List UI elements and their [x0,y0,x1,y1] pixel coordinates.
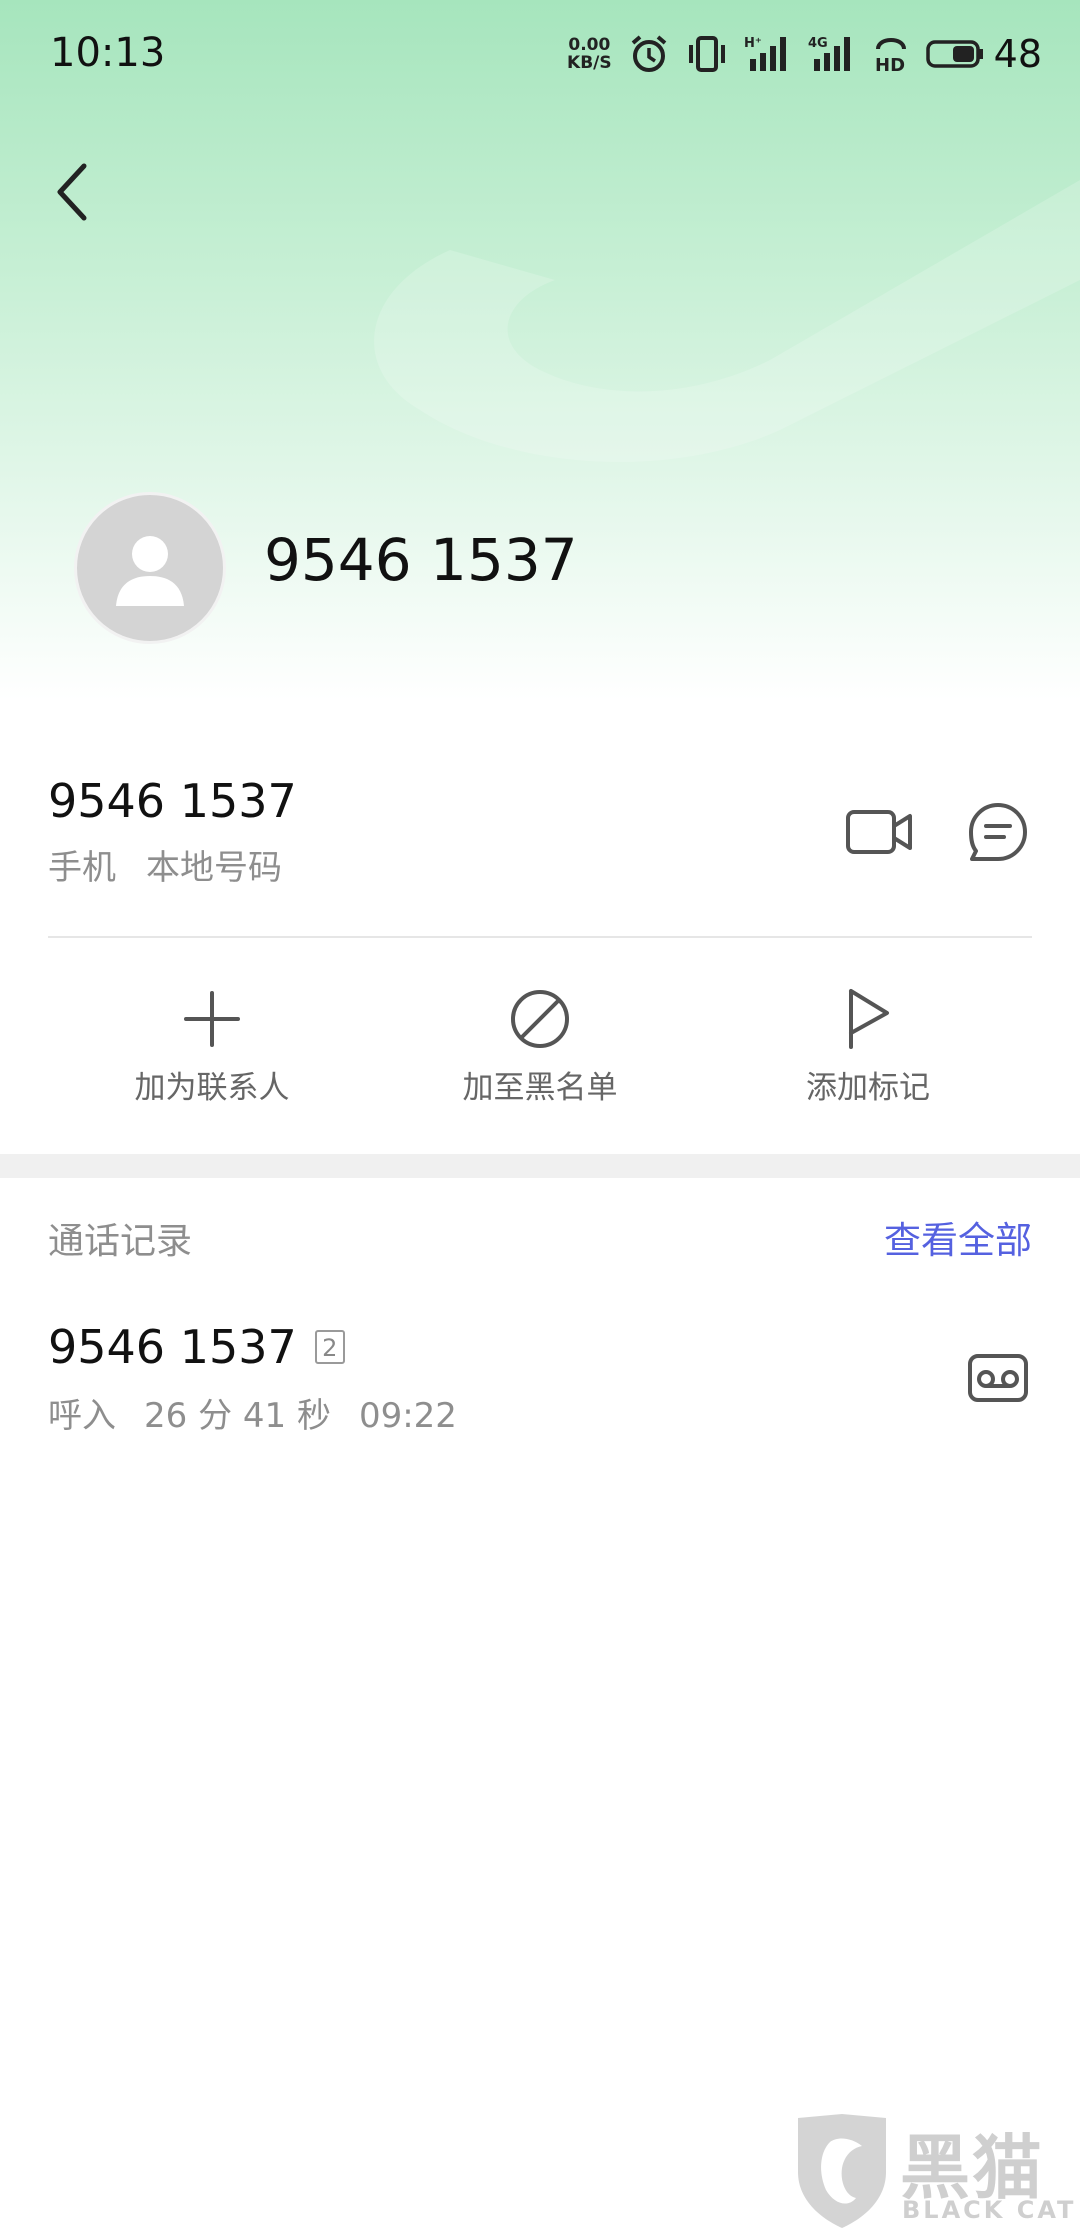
call-time: 09:22 [358,1396,457,1436]
add-tag-label: 添加标记 [806,1070,930,1106]
svg-text:HD: HD [875,55,905,75]
status-icons: 0.00 KB/S H⁺ 4G HD 48 [567,26,1042,82]
signal-4g-icon: 4G [808,36,850,71]
flag-icon [849,989,889,1049]
plus-icon [184,991,240,1047]
add-contact-label: 加为联系人 [134,1070,290,1106]
battery-icon [925,40,983,68]
phone-type: 手机 [48,848,116,888]
message-bubble-icon [969,803,1027,861]
call-log-item[interactable]: 9546 1537 2 呼入 26 分 41 秒 09:22 [48,1320,1032,1450]
watermark-subtext: BLACK CAT [902,2196,1077,2224]
action-glyph [828,984,908,1054]
phone-meta: 手机 本地号码 [48,840,312,889]
chevron-left-icon [57,163,87,221]
call-direction: 呼入 [48,1396,116,1436]
section-separator [0,1154,1080,1178]
phone-location: 本地号码 [146,848,282,888]
hd-voice-icon: HD [875,38,906,75]
phone-number-row[interactable]: 9546 1537 手机 本地号码 [48,770,1032,890]
call-log-title: 通话记录 [48,1221,193,1262]
back-button[interactable] [40,150,104,234]
block-icon [511,990,569,1048]
status-bar: 10:13 0.00 KB/S H⁺ 4G HD 48 [0,0,1080,108]
recording-tape-icon [968,1354,1028,1402]
call-log-meta: 呼入 26 分 41 秒 09:22 [48,1388,485,1437]
person-placeholder-icon [116,536,184,606]
background-logo-shape [374,180,1080,463]
blackcat-watermark: 黑猫 BLACK CAT [790,2112,1080,2232]
vibrate-icon [688,36,725,72]
add-contact-button[interactable]: 加为联系人 [102,984,322,1107]
status-time: 10:13 [50,30,166,76]
page-title-number: 9546 1537 [264,526,578,594]
action-row: 加为联系人 加至黑名单 添加标记 [0,984,1080,1107]
alarm-icon [631,35,666,72]
add-blacklist-button[interactable]: 加至黑名单 [430,984,650,1107]
svg-text:4G: 4G [808,36,828,51]
net-speed: 0.00 KB/S [567,36,612,72]
svg-text:H⁺: H⁺ [744,36,762,51]
net-speed-unit: KB/S [567,53,612,73]
add-blacklist-label: 加至黑名单 [462,1070,618,1106]
net-speed-value: 0.00 [568,35,611,55]
avatar [74,492,226,644]
cat-shield-logo-icon [798,2114,886,2228]
battery-level: 48 [993,32,1042,76]
signal-h-icon: H⁺ [744,36,786,71]
divider [48,936,1032,938]
call-log-number-line: 9546 1537 2 [48,1320,345,1374]
call-log-number: 9546 1537 [48,1320,297,1374]
message-button[interactable] [958,792,1038,872]
view-all-link[interactable]: 查看全部 [884,1210,1032,1264]
action-glyph [172,984,252,1054]
add-tag-button[interactable]: 添加标记 [758,984,978,1107]
video-camera-icon [846,810,912,854]
action-glyph [500,984,580,1054]
phone-number: 9546 1537 [48,774,297,828]
video-call-button[interactable] [840,792,920,872]
call-recording-button[interactable] [958,1338,1038,1418]
call-duration: 26 分 41 秒 [144,1396,331,1436]
call-count-badge: 2 [314,1330,345,1364]
